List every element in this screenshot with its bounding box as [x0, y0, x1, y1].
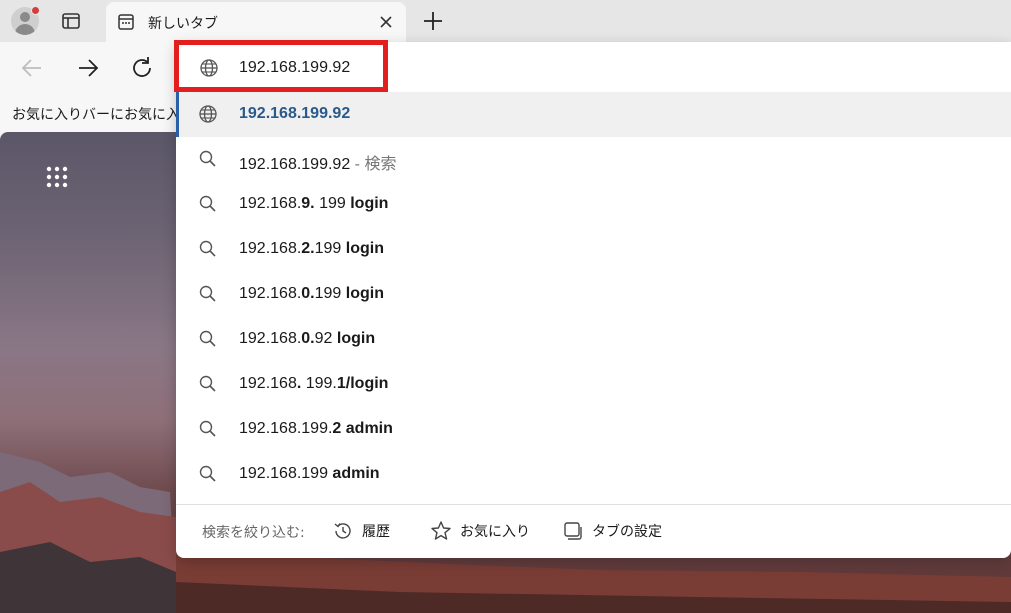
suggestion-part: 192.168. — [239, 330, 302, 347]
filter-history-label: 履歴 — [362, 524, 390, 540]
search-icon — [198, 284, 218, 304]
suggestion-search[interactable]: 192.168. 199.1/login — [176, 362, 1011, 407]
suggestion-part: 192.168 — [239, 375, 297, 392]
favorites-bar-hint: お気に入りバーにお気に入り — [12, 107, 194, 123]
avatar-body — [15, 24, 35, 35]
search-icon — [198, 464, 218, 484]
search-icon — [198, 419, 218, 439]
address-input[interactable] — [239, 56, 939, 80]
active-tab[interactable]: 新しいタブ — [106, 2, 406, 42]
forward-arrow-icon[interactable] — [74, 54, 102, 82]
suggestion-text: 192.168.2.199 login — [239, 240, 384, 258]
search-icon — [198, 149, 218, 169]
filter-favorites-button[interactable]: お気に入り — [424, 514, 536, 548]
suggestion-part: 199. — [305, 375, 337, 392]
globe-icon — [198, 104, 218, 124]
address-suggestions-dropdown: 192.168.199.92 192.168.199.92 - 検索 192.1… — [176, 42, 1011, 558]
search-icon — [198, 194, 218, 214]
suggestion-text: 192.168.0.92 login — [239, 330, 375, 348]
suggestion-text: 192.168. 199.1/login — [239, 375, 388, 393]
suggestion-search[interactable]: 192.168.199 admin — [176, 452, 1011, 497]
suggestion-part-bold: 0. — [301, 330, 315, 347]
suggestion-part-bold: login — [350, 195, 389, 212]
suggestion-url-text: 192.168.199.92 — [239, 105, 351, 122]
tab-actions-icon[interactable] — [60, 10, 82, 32]
suggestion-part: 192.168. — [239, 240, 302, 257]
tab-strip: 新しいタブ — [0, 0, 1011, 42]
new-tab-page-icon — [117, 13, 135, 31]
suggestion-search[interactable]: 192.168.0.92 login — [176, 317, 1011, 362]
refresh-icon[interactable] — [128, 54, 156, 82]
notification-dot — [31, 6, 40, 15]
filter-history-button[interactable]: 履歴 — [326, 514, 396, 548]
suggestion-part: 199 — [314, 285, 346, 302]
suggestion-text: 192.168.0.199 login — [239, 285, 384, 303]
suggestion-text: 192.168.9. 199 login — [239, 195, 388, 213]
filter-label: 検索を絞り込む: — [202, 525, 305, 541]
filter-tabs-label: タブの設定 — [592, 524, 662, 540]
suggestion-search[interactable]: 192.168.9. 199 login — [176, 182, 1011, 227]
suggestion-text: 192.168.199.2 admin — [239, 420, 393, 438]
suggestion-part: 192.168.199. — [239, 420, 333, 437]
address-bar[interactable] — [176, 42, 1011, 92]
suggestion-search[interactable]: 192.168.2.199 login — [176, 227, 1011, 272]
suggestion-search[interactable]: 192.168.199.92 - 検索 — [176, 137, 1011, 182]
suggestion-part: 199 — [314, 195, 351, 212]
tab-title: 新しいタブ — [148, 16, 218, 32]
suggestion-suffix: - 検索 — [350, 156, 397, 173]
tabs-icon — [564, 522, 582, 540]
suggestion-part-bold: . — [296, 375, 306, 392]
suggestion-main: 192.168.199.92 — [239, 156, 351, 173]
suggestion-part-bold: admin — [332, 465, 380, 482]
suggestion-part-bold: 2. — [301, 240, 315, 257]
suggestion-part-bold: login — [345, 285, 384, 302]
suggestion-part: 192.168. — [239, 195, 302, 212]
suggestion-search[interactable]: 192.168.0.199 login — [176, 272, 1011, 317]
close-tab-icon[interactable] — [377, 13, 395, 31]
filter-favorites-label: お気に入り — [460, 524, 530, 540]
globe-icon — [199, 58, 219, 78]
suggestion-url[interactable]: 192.168.199.92 — [176, 92, 1011, 137]
suggestion-part: 92 — [314, 330, 337, 347]
search-icon — [198, 329, 218, 349]
history-clock-icon — [334, 523, 351, 539]
suggestion-part: 192.168. — [239, 285, 302, 302]
suggestion-part-bold: login — [336, 330, 376, 347]
suggestion-part: 192.168.199 — [239, 465, 333, 482]
new-tab-plus-icon[interactable] — [421, 9, 445, 33]
suggestion-part: 199 — [314, 240, 346, 257]
star-icon — [431, 521, 451, 540]
search-icon — [198, 239, 218, 259]
filter-tabs-button[interactable]: タブの設定 — [556, 514, 668, 548]
back-arrow-icon[interactable] — [18, 54, 46, 82]
suggestion-part-bold: login — [345, 240, 384, 257]
suggestion-search[interactable]: 192.168.199.2 admin — [176, 407, 1011, 452]
search-filter-row: 検索を絞り込む: 履歴 お気に入り タブの設定 — [176, 505, 1011, 558]
apps-grid-icon[interactable] — [45, 165, 69, 189]
search-icon — [198, 374, 218, 394]
suggestion-text: 192.168.199 admin — [239, 465, 380, 483]
suggestion-part-bold: 1/login — [336, 375, 389, 392]
suggestion-text: 192.168.199.92 - 検索 — [239, 150, 396, 174]
suggestion-part-bold: 0. — [301, 285, 315, 302]
suggestion-part-bold: 9. — [301, 195, 315, 212]
suggestion-part-bold: 2 admin — [332, 420, 393, 437]
avatar-head — [20, 12, 30, 22]
